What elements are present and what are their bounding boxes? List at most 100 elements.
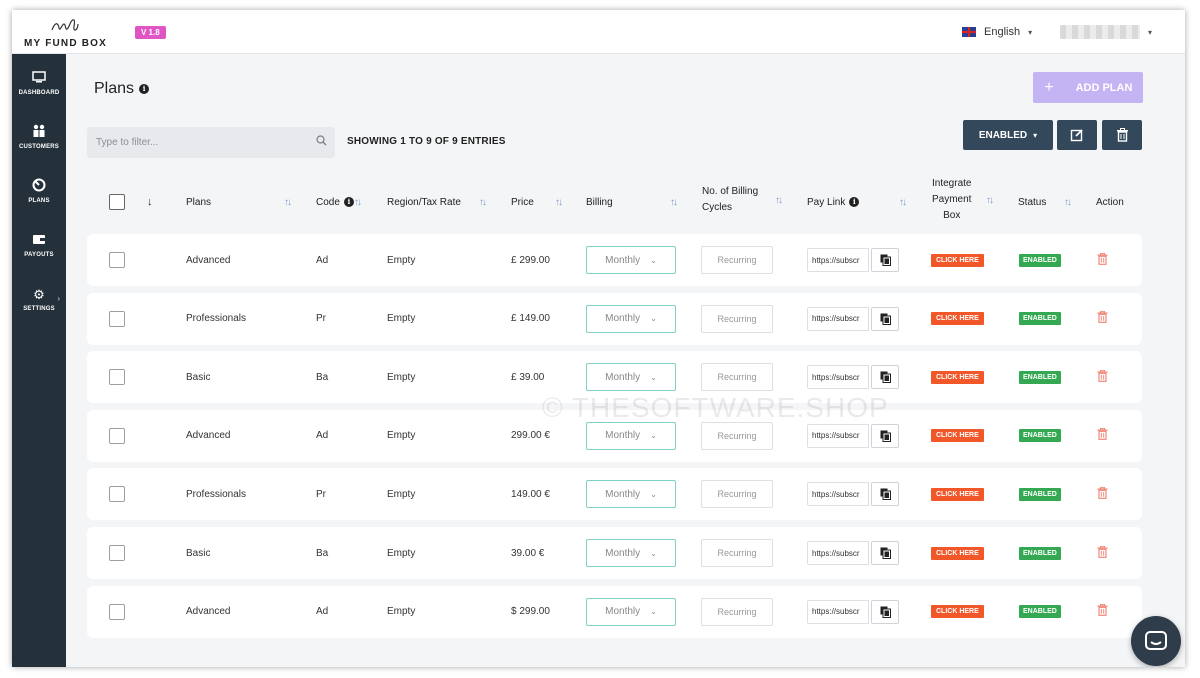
edit-button[interactable] [1057, 120, 1097, 150]
status-badge: ENABLED [1019, 429, 1061, 443]
pay-link-url[interactable]: https://subscr [807, 541, 869, 565]
column-header-label: Code [316, 196, 340, 208]
sidebar-item-payouts[interactable]: PAYOUTS [12, 232, 66, 272]
language-selector[interactable]: English ▾ [962, 26, 1032, 38]
region-tax-rate: Empty [387, 606, 416, 618]
column-header-price[interactable]: Price ↑↓ [511, 172, 563, 232]
copy-link-button[interactable] [871, 541, 899, 565]
sidebar-item-settings[interactable]: ⚙ SETTINGS › [12, 286, 66, 326]
click-here-button[interactable]: CLICK HERE [931, 253, 984, 267]
sidebar-item-dashboard[interactable]: DASHBOARD [12, 70, 66, 110]
column-header-region[interactable]: Region/Tax Rate ↑↓ [387, 172, 487, 232]
select-all-checkbox[interactable] [109, 194, 125, 210]
region-tax-rate: Empty [387, 547, 416, 559]
table-row: Basic Ba Empty 39.00 € Monthly ⌄ Recurri… [87, 527, 1142, 579]
billing-select[interactable]: Monthly ⌄ [586, 539, 676, 567]
copy-link-button[interactable] [871, 423, 899, 448]
row-checkbox[interactable] [109, 486, 125, 503]
pay-link-url[interactable]: https://subscr [807, 306, 869, 331]
click-here-button[interactable]: CLICK HERE [931, 546, 984, 560]
copy-link-button[interactable] [871, 599, 899, 624]
region-tax-rate: Empty [387, 488, 416, 500]
column-header-code[interactable]: Code i ↑↓ [316, 172, 362, 232]
billing-select[interactable]: Monthly ⌄ [586, 363, 676, 392]
click-here-button[interactable]: CLICK HERE [931, 487, 984, 501]
row-checkbox[interactable] [109, 252, 125, 268]
copy-link-button[interactable] [871, 365, 899, 390]
billing-select[interactable]: Monthly ⌄ [586, 246, 676, 274]
copy-link-button[interactable] [871, 306, 899, 331]
pay-link-cell: https://subscr [807, 293, 899, 345]
delete-button[interactable] [1102, 120, 1142, 150]
sidebar-item-plans[interactable]: PLANS [12, 178, 66, 218]
click-here-button[interactable]: CLICK HERE [931, 370, 984, 384]
action-cell [1097, 351, 1108, 403]
column-header-cycles[interactable]: No. of Billing Cycles ↑↓ [702, 172, 783, 232]
column-header-integrate[interactable]: Integrate Payment Box ↑↓ [932, 172, 994, 232]
copy-link-button[interactable] [871, 248, 899, 272]
billing-cycles-input[interactable]: Recurring [701, 597, 773, 626]
billing-select[interactable]: Monthly ⌄ [586, 304, 676, 333]
chat-widget-button[interactable] [1131, 616, 1181, 666]
billing-cycles-input[interactable]: Recurring [701, 480, 773, 509]
column-header-billing[interactable]: Billing ↑↓ [586, 172, 678, 232]
logo[interactable]: MY FUND BOX [24, 14, 106, 50]
info-icon[interactable]: i [343, 197, 354, 207]
column-header-pay-link[interactable]: Pay Link i ↑↓ [807, 172, 907, 232]
copy-link-button[interactable] [871, 482, 899, 507]
chat-icon [1145, 631, 1167, 650]
user-menu[interactable]: ▾ [1060, 25, 1152, 39]
pay-link-url[interactable]: https://subscr [807, 365, 869, 390]
status-filter-select[interactable]: ENABLED ▾ [963, 120, 1053, 150]
click-here-button[interactable]: CLICK HERE [931, 605, 984, 619]
status-badge: ENABLED [1019, 312, 1061, 326]
click-here-button[interactable]: CLICK HERE [931, 312, 984, 326]
row-checkbox[interactable] [109, 310, 125, 327]
pay-link-url[interactable]: https://subscr [807, 423, 869, 448]
column-header-plans[interactable]: Plans ↑↓ [186, 172, 292, 232]
info-icon[interactable]: i [139, 84, 150, 94]
column-header-status[interactable]: Status ↑↓ [1018, 172, 1072, 232]
add-plan-button[interactable]: + ADD PLAN [1033, 72, 1143, 103]
action-cell [1097, 293, 1108, 345]
billing-select[interactable]: Monthly ⌄ [586, 480, 676, 509]
delete-row-button[interactable] [1097, 369, 1108, 385]
sort-arrow[interactable]: ↓ [147, 172, 153, 232]
billing-cycles-input[interactable]: Recurring [701, 304, 773, 333]
delete-row-button[interactable] [1097, 428, 1108, 443]
copy-icon [880, 371, 891, 384]
billing-cycles-input[interactable]: Recurring [701, 421, 773, 450]
delete-row-button[interactable] [1097, 310, 1108, 326]
delete-row-button[interactable] [1097, 252, 1108, 268]
pay-link-url[interactable]: https://subscr [807, 248, 869, 272]
delete-row-button[interactable] [1097, 486, 1108, 502]
filter-input[interactable] [87, 127, 335, 158]
select-all-checkbox-cell [109, 172, 125, 232]
billing-select[interactable]: Monthly ⌄ [586, 597, 676, 626]
row-checkbox-cell [109, 586, 125, 638]
watermark: © THESOFTWARE.SHOP [542, 392, 889, 423]
billing-select[interactable]: Monthly ⌄ [586, 421, 676, 450]
click-here-button[interactable]: CLICK HERE [931, 429, 984, 443]
plan-name: Basic [186, 371, 211, 383]
billing-value: Monthly [605, 430, 641, 442]
pay-link-url[interactable]: https://subscr [807, 599, 869, 624]
row-checkbox[interactable] [109, 603, 125, 620]
billing-cycles-input[interactable]: Recurring [701, 363, 773, 392]
row-checkbox[interactable] [109, 545, 125, 561]
row-checkbox[interactable] [109, 427, 125, 444]
delete-row-button[interactable] [1097, 545, 1108, 561]
billing-cycles-input[interactable]: Recurring [701, 246, 773, 274]
integrate-cell: CLICK HERE [931, 234, 984, 286]
billing-cycles-input[interactable]: Recurring [701, 539, 773, 567]
delete-row-button[interactable] [1097, 603, 1108, 619]
row-checkbox[interactable] [109, 369, 125, 386]
pay-link-url[interactable]: https://subscr [807, 482, 869, 507]
copy-icon [880, 430, 891, 442]
status-badge: ENABLED [1019, 605, 1061, 619]
column-header-label: Action [1096, 196, 1124, 208]
sidebar-item-customers[interactable]: CUSTOMERS [12, 124, 66, 164]
chevron-down-icon: ⌄ [650, 372, 657, 382]
info-icon[interactable]: i [849, 197, 860, 207]
chevron-down-icon: ⌄ [650, 548, 657, 558]
